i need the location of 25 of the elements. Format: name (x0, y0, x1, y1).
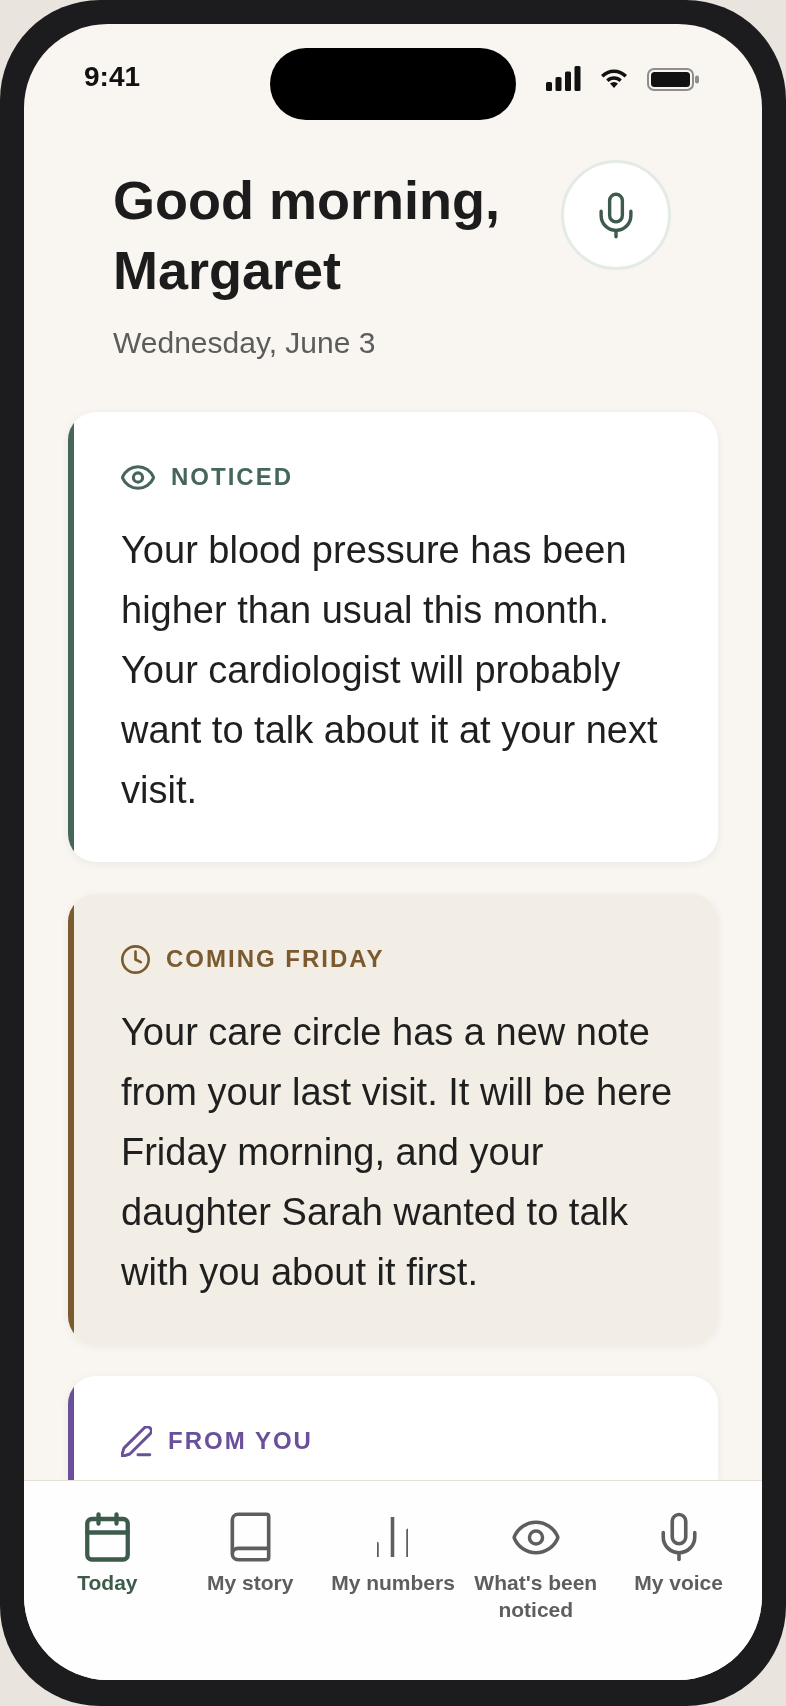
nav-tab[interactable]: My story (178, 1512, 322, 1596)
eye-icon (511, 1519, 560, 1555)
card-label: NOTICED (171, 462, 293, 492)
microphone-icon (599, 191, 633, 239)
nav-tab[interactable]: My numbers (321, 1512, 465, 1596)
signal-icon (546, 66, 581, 91)
nav-tab[interactable]: What's been noticed (464, 1512, 608, 1623)
card-label: FROM YOU (168, 1426, 313, 1456)
clock-icon (121, 944, 150, 974)
card-text: Your blood pressure has been higher than usual this month. Your cardiologist will probably want to talk about it at your next visit. (121, 528, 659, 813)
nav-tab[interactable]: Today (36, 1512, 179, 1596)
date-text: Wednesday, June 3 (113, 325, 377, 361)
bar-chart-icon (377, 1517, 409, 1557)
wifi-icon (600, 68, 628, 88)
card-text: Your care circle has a new note from your last visit. It will be here Friday morning, and your daughter Sarah wanted to talk with you about it first. (121, 1010, 674, 1295)
card-label: COMING FRIDAY (166, 944, 385, 974)
microphone-icon (660, 1512, 697, 1562)
book-icon (229, 1512, 271, 1562)
eye-icon (121, 464, 155, 490)
status-time: 9:41 (84, 61, 141, 92)
nav-tab[interactable]: My voice (607, 1512, 750, 1596)
calendar-icon (84, 1512, 130, 1562)
battery-icon (647, 68, 699, 91)
greeting-heading: Good morning, Margaret (113, 169, 501, 302)
pencil-icon (121, 1425, 152, 1457)
